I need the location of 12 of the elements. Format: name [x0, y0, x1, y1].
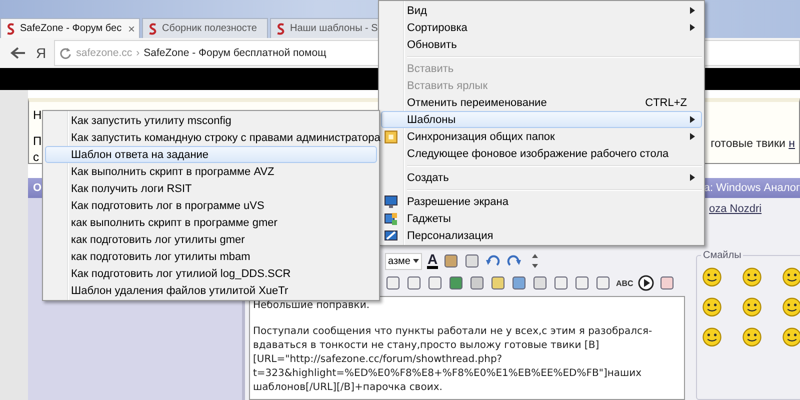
editor-text: вдаваться в тонкости не стану,просто выложу готовые твики [B]	[253, 339, 600, 353]
editor-text: шаблонов[/URL][/B]+парочка своих.	[253, 381, 444, 395]
shortcut-text: CTRL+Z	[645, 96, 687, 108]
notice-text: П	[33, 134, 42, 148]
editor-text: t=323&highlight=%ED%E0%F8%E8+%F8%E0%E1%EB%EE%ED%FB"]наших	[253, 367, 643, 381]
header-text: О	[33, 182, 42, 194]
notice-text: готовые твики	[710, 138, 786, 150]
notice-text: с	[33, 150, 40, 164]
editor-text: [URL="http://safezone.cc/forum/showthread.php?	[253, 353, 504, 367]
editor-text: Небольшие поправки.	[253, 299, 371, 313]
notice-text: Н	[33, 108, 42, 122]
editor-text: Поступали сообщения что пункты работали не у всех,с этим я разобрался-	[253, 325, 654, 339]
